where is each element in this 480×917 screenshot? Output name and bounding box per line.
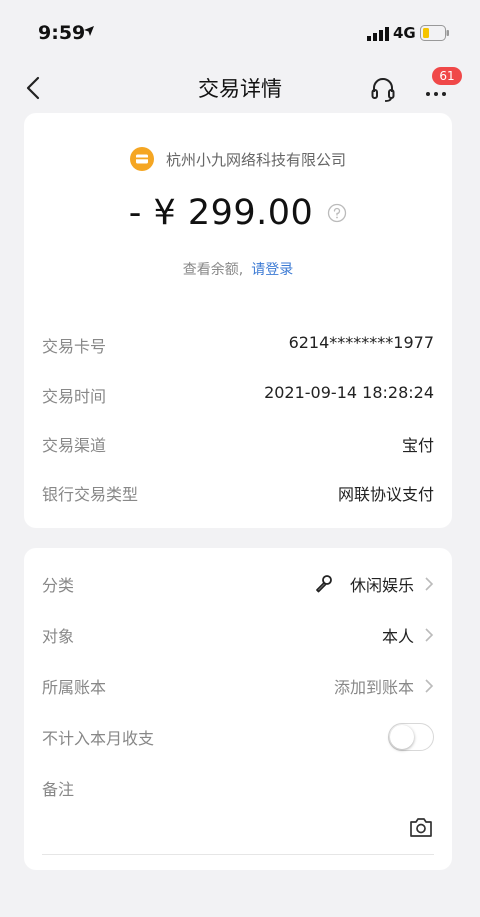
merchant-name: 杭州小九网络科技有限公司 <box>165 150 346 169</box>
note-row: 备注 <box>42 776 434 802</box>
exclude-toggle[interactable] <box>388 723 434 751</box>
account-book-row[interactable]: 所属账本 添加到账本 <box>42 674 434 700</box>
toggle-knob <box>390 725 414 749</box>
target-value: 本人 <box>381 627 414 646</box>
detail-label: 交易渠道 <box>42 436 107 455</box>
detail-card-number: 交易卡号 6214********1977 <box>42 333 434 357</box>
account-book-label: 所属账本 <box>42 678 107 697</box>
microphone-icon <box>316 575 332 593</box>
exclude-row: 不计入本月收支 <box>42 723 434 751</box>
exclude-label: 不计入本月收支 <box>42 729 155 748</box>
network-type: 4G <box>393 24 416 42</box>
camera-icon[interactable] <box>409 816 433 838</box>
category-label: 分类 <box>42 576 75 595</box>
login-link[interactable]: 请登录 <box>251 262 293 278</box>
detail-value: 6214********1977 <box>288 333 434 352</box>
nav-bar: 交易详情 <box>0 62 480 112</box>
signal-icon <box>367 27 389 41</box>
detail-label: 交易卡号 <box>42 337 107 356</box>
help-icon[interactable] <box>327 203 347 223</box>
note-label: 备注 <box>42 780 75 799</box>
options-card: 分类 休闲娱乐 对象 本人 所属账本 添加到账本 不计入本月收支 备注 <box>24 548 452 870</box>
detail-bank-type: 银行交易类型 网联协议支付 <box>42 481 434 505</box>
detail-label: 银行交易类型 <box>42 485 139 504</box>
page-title: 交易详情 <box>198 77 282 101</box>
merchant-row: 杭州小九网络科技有限公司 <box>24 147 452 171</box>
detail-label: 交易时间 <box>42 387 107 406</box>
category-value: 休闲娱乐 <box>349 576 414 595</box>
detail-channel: 交易渠道 宝付 <box>42 432 434 456</box>
balance-hint: 查看余额, <box>182 262 244 278</box>
detail-value: 网联协议支付 <box>337 485 434 504</box>
login-row: 查看余额, 请登录 <box>24 259 452 279</box>
status-time: 9:59 <box>38 22 86 44</box>
chevron-right-icon <box>425 577 434 591</box>
chevron-right-icon <box>425 628 434 642</box>
detail-value: 2021-09-14 18:28:24 <box>264 383 434 402</box>
transaction-card: 杭州小九网络科技有限公司 - ¥ 299.00 查看余额, 请登录 交易卡号 62… <box>24 113 452 528</box>
amount-row: - ¥ 299.00 <box>24 193 452 233</box>
detail-value: 宝付 <box>401 436 434 455</box>
merchant-icon <box>129 147 154 171</box>
battery-icon <box>420 25 449 41</box>
note-divider <box>42 854 434 855</box>
category-row[interactable]: 分类 休闲娱乐 <box>42 572 434 598</box>
status-bar: 9:59 4G <box>0 0 480 60</box>
chevron-right-icon <box>425 679 434 693</box>
notification-badge: 61 <box>432 67 462 85</box>
target-label: 对象 <box>42 627 75 646</box>
account-book-value: 添加到账本 <box>333 678 414 697</box>
detail-time: 交易时间 2021-09-14 18:28:24 <box>42 383 434 407</box>
location-arrow-icon <box>84 26 94 36</box>
headset-icon[interactable] <box>370 76 396 102</box>
target-row[interactable]: 对象 本人 <box>42 623 434 649</box>
transaction-amount: - ¥ 299.00 <box>128 193 314 233</box>
